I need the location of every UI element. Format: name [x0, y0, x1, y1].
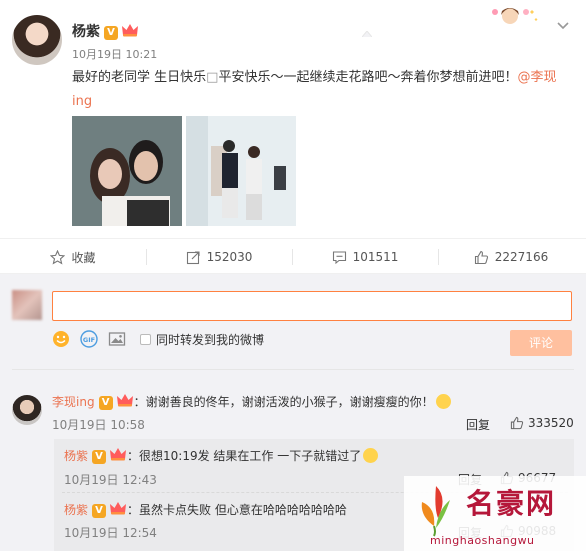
comment-count: 101511 — [352, 250, 399, 264]
comment-icon — [332, 250, 346, 264]
author-name-row: 杨紫 V — [72, 21, 139, 41]
comment-divider — [12, 369, 574, 370]
laugh-emoji-icon — [435, 394, 451, 409]
watermark-url: minghaoshangwu — [430, 534, 535, 547]
weibo-post: 杨紫 V 10月19日 10:21 最好的老同学 生日快乐□平安快乐～一起继续走花… — [0, 0, 586, 238]
site-watermark: 名豪网 minghaoshangwu — [404, 476, 586, 551]
comment-like-button[interactable]: 333520 — [510, 416, 574, 430]
post-text: 最好的老同学 生日快乐□平安快乐～一起继续走花路吧～奔着你梦想前进吧！@李现in… — [72, 66, 572, 114]
post-image-1[interactable] — [72, 116, 182, 226]
like-count: 2227166 — [494, 250, 549, 264]
author-avatar[interactable] — [12, 15, 62, 65]
crown-icon — [110, 448, 127, 461]
forward-count: 152030 — [206, 250, 253, 264]
smile-icon[interactable] — [52, 330, 70, 348]
watermark-logo-icon — [421, 486, 450, 537]
post-text-symbol: □ — [206, 70, 219, 85]
cry-emoji-icon — [363, 448, 379, 463]
thumbs-up-icon — [510, 416, 524, 430]
comment-pointer-icon — [362, 31, 372, 37]
comment-text: ：谢谢善良的佟年，谢谢活泼的小猴子，谢谢瘦瘦的你！ — [133, 395, 434, 409]
submit-comment-button[interactable]: 评论 — [510, 330, 572, 356]
v-badge-icon: V — [92, 450, 107, 464]
crown-icon — [110, 502, 127, 515]
reply-time[interactable]: 10月19日 12:43 — [64, 471, 157, 488]
gif-icon[interactable]: GIF — [80, 330, 98, 348]
share-icon — [186, 250, 200, 264]
comment-author[interactable]: 李现ing — [52, 395, 95, 409]
current-user-avatar — [12, 290, 42, 320]
comment-button[interactable]: 101511 — [292, 239, 438, 275]
svg-text:GIF: GIF — [83, 336, 95, 344]
image-icon[interactable] — [108, 330, 126, 348]
reply-time[interactable]: 10月19日 12:54 — [64, 524, 157, 541]
reply-text: ：很想10:19发 结果在工作 一下子就错过了 — [127, 449, 362, 463]
reply-line: 杨紫 V ：很想10:19发 结果在工作 一下子就错过了 — [64, 447, 379, 464]
forward-button[interactable]: 152030 — [146, 239, 292, 275]
reply-line: 杨紫 V ：虽然卡点失败 但心意在哈哈哈哈哈哈哈 — [64, 501, 347, 518]
star-icon — [50, 249, 66, 265]
v-badge-icon: V — [98, 396, 113, 410]
comment-input[interactable] — [52, 291, 572, 321]
comment-time[interactable]: 10月19日 10:58 — [52, 416, 145, 433]
crown-icon — [122, 24, 138, 37]
commenter-avatar[interactable] — [12, 395, 42, 425]
collect-label: 收藏 — [71, 250, 96, 265]
thumbs-up-icon — [474, 250, 488, 264]
crown-icon — [116, 394, 133, 407]
post-image-2[interactable] — [186, 116, 296, 226]
post-time[interactable]: 10月19日 10:21 — [72, 46, 157, 62]
author-name[interactable]: 杨紫 — [72, 24, 100, 40]
like-button[interactable]: 2227166 — [438, 239, 584, 275]
comment-reply-button[interactable]: 回复 — [466, 416, 490, 433]
decorative-sticker-icon — [492, 8, 538, 24]
watermark-title: 名豪网 — [466, 487, 557, 520]
reply-author[interactable]: 杨紫 — [64, 503, 88, 517]
post-text-body: 最好的老同学 生日快乐 — [72, 70, 207, 85]
post-text-body-cont: 平安快乐～一起继续走花路吧～奔着你梦想前进吧！ — [218, 70, 518, 85]
comment-line: 李现ing V ：谢谢善良的佟年，谢谢活泼的小猴子，谢谢瘦瘦的你！ — [52, 393, 451, 410]
v-badge-icon: V — [104, 26, 118, 40]
collect-button[interactable]: 收藏 — [0, 239, 146, 275]
reply-author[interactable]: 杨紫 — [64, 449, 88, 463]
reply-text: ：虽然卡点失败 但心意在哈哈哈哈哈哈哈 — [127, 503, 347, 517]
chevron-down-icon[interactable] — [556, 20, 570, 30]
forward-checkbox-label[interactable]: 同时转发到我的微博 — [156, 331, 264, 348]
v-badge-icon: V — [92, 504, 107, 518]
comment-composer — [0, 274, 586, 369]
forward-checkbox[interactable] — [140, 334, 151, 345]
comment-like-count: 333520 — [528, 416, 574, 430]
action-bar: 收藏 152030 101511 2227166 — [0, 238, 586, 274]
